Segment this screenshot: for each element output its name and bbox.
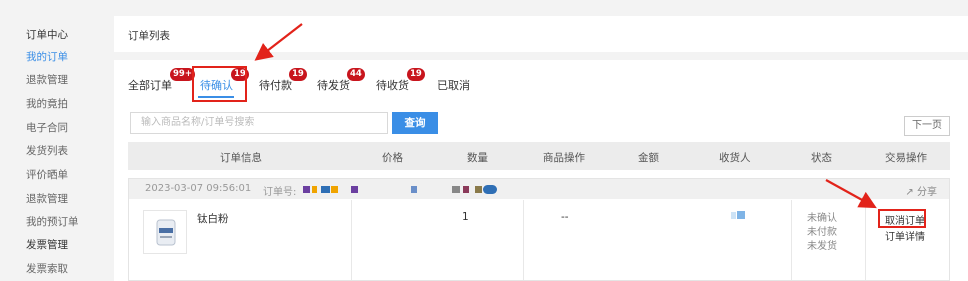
arrow-to-cancel [825, 179, 877, 209]
annotation-arrows [254, 23, 877, 209]
arrow-to-tab [254, 23, 303, 61]
